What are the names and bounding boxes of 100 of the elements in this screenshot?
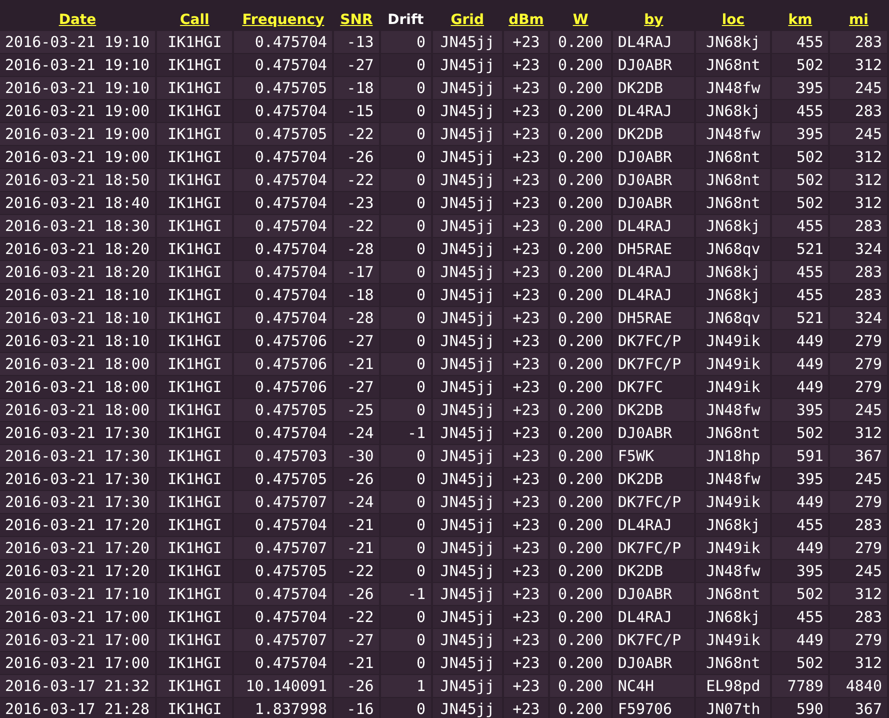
table-cell: IK1HGI (156, 31, 232, 53)
table-cell: DK7FC/P (612, 537, 694, 559)
table-cell: DK2DB (612, 468, 694, 490)
table-cell: IK1HGI (156, 468, 232, 490)
table-cell: 0.475704 (234, 146, 332, 168)
table-cell: 0.200 (550, 100, 611, 122)
table-cell: DJ0ABR (612, 169, 694, 191)
table-cell: 0.475706 (234, 353, 332, 375)
table-cell: DH5RAE (612, 307, 694, 329)
table-cell: +23 (504, 353, 548, 375)
table-cell: 279 (830, 376, 887, 398)
table-cell: 2016-03-21 18:40 (0, 192, 155, 214)
table-cell: -21 (334, 537, 379, 559)
table-cell: JN45jj (432, 376, 502, 398)
table-cell: 0 (380, 330, 431, 352)
table-cell: 0 (380, 54, 431, 76)
table-cell: +23 (504, 652, 548, 674)
table-cell: IK1HGI (156, 192, 232, 214)
table-cell: 0 (380, 100, 431, 122)
table-cell: DJ0ABR (612, 54, 694, 76)
table-cell: DK2DB (612, 560, 694, 582)
column-header-link[interactable]: Grid (450, 12, 484, 28)
table-cell: 0.200 (550, 698, 611, 718)
table-cell: JN45jj (432, 560, 502, 582)
column-header-link[interactable]: SNR (340, 12, 373, 28)
table-cell: 2016-03-21 17:10 (0, 583, 155, 605)
table-cell: JN45jj (432, 445, 502, 467)
column-header-link[interactable]: loc (722, 12, 745, 28)
table-cell: 2016-03-21 17:30 (0, 445, 155, 467)
table-cell: 2016-03-21 18:20 (0, 261, 155, 283)
table-cell: -22 (334, 123, 379, 145)
table-cell: 0.475704 (234, 583, 332, 605)
table-cell: +23 (504, 307, 548, 329)
table-cell: -21 (334, 514, 379, 536)
table-cell: F5WK (612, 445, 694, 467)
table-cell: DL4RAJ (612, 31, 694, 53)
table-cell: 0 (380, 238, 431, 260)
column-header-link[interactable]: by (644, 12, 664, 28)
table-cell: JN49ik (696, 353, 770, 375)
column-header-link[interactable]: Frequency (242, 12, 324, 28)
table-cell: 0.200 (550, 606, 611, 628)
table-cell: F59706 (612, 698, 694, 718)
table-cell: 455 (772, 284, 828, 306)
table-cell: 0.475704 (234, 238, 332, 260)
table-cell: 395 (772, 399, 828, 421)
table-cell: 283 (830, 261, 887, 283)
table-cell: 2016-03-21 18:00 (0, 399, 155, 421)
table-cell: -1 (380, 583, 431, 605)
table-cell: 502 (772, 422, 828, 444)
table-cell: 279 (830, 330, 887, 352)
table-cell: 0.200 (550, 31, 611, 53)
table-cell: -26 (334, 468, 379, 490)
table-cell: 0.200 (550, 330, 611, 352)
column-header-link[interactable]: dBm (508, 12, 544, 28)
table-cell: 0 (380, 353, 431, 375)
table-cell: 283 (830, 606, 887, 628)
table-cell: +23 (504, 468, 548, 490)
table-cell: +23 (504, 192, 548, 214)
table-cell: 2016-03-21 19:10 (0, 77, 155, 99)
table-cell: -22 (334, 215, 379, 237)
table-cell: JN68nt (696, 583, 770, 605)
table-cell: JN68nt (696, 652, 770, 674)
table-cell: JN68nt (696, 146, 770, 168)
column-header-link[interactable]: mi (849, 12, 868, 28)
table-cell: 0.200 (550, 353, 611, 375)
column-header-link[interactable]: W (572, 12, 588, 28)
table-cell: +23 (504, 537, 548, 559)
table-cell: 0.475707 (234, 629, 332, 651)
table-cell: JN07th (696, 698, 770, 718)
table-cell: 0.200 (550, 491, 611, 513)
table-cell: 245 (830, 399, 887, 421)
table-cell: 502 (772, 652, 828, 674)
table-cell: -15 (334, 100, 379, 122)
table-cell: 312 (830, 54, 887, 76)
table-cell: 0 (380, 698, 431, 718)
table-cell: +23 (504, 376, 548, 398)
table-cell: 245 (830, 77, 887, 99)
table-cell: JN45jj (432, 491, 502, 513)
table-cell: 2016-03-21 17:20 (0, 514, 155, 536)
table-cell: DL4RAJ (612, 215, 694, 237)
table-cell: 2016-03-21 19:00 (0, 146, 155, 168)
column-header-link[interactable]: Call (180, 12, 210, 28)
table-cell: -21 (334, 353, 379, 375)
column-header-link[interactable]: Date (58, 12, 96, 28)
table-cell: 2016-03-21 17:20 (0, 560, 155, 582)
table-cell: +23 (504, 330, 548, 352)
table-cell: 0.475704 (234, 192, 332, 214)
table-cell: JN68kj (696, 514, 770, 536)
table-cell: 455 (772, 31, 828, 53)
table-cell: +23 (504, 675, 548, 697)
table-cell: 279 (830, 491, 887, 513)
table-cell: -17 (334, 261, 379, 283)
table-cell: NC4H (612, 675, 694, 697)
table-cell: 2016-03-21 19:00 (0, 100, 155, 122)
table-cell: 2016-03-21 17:30 (0, 422, 155, 444)
column-header-link[interactable]: km (788, 12, 812, 28)
table-cell: 0.200 (550, 537, 611, 559)
table-cell: 502 (772, 54, 828, 76)
table-cell: JN45jj (432, 146, 502, 168)
table-cell: JN45jj (432, 31, 502, 53)
